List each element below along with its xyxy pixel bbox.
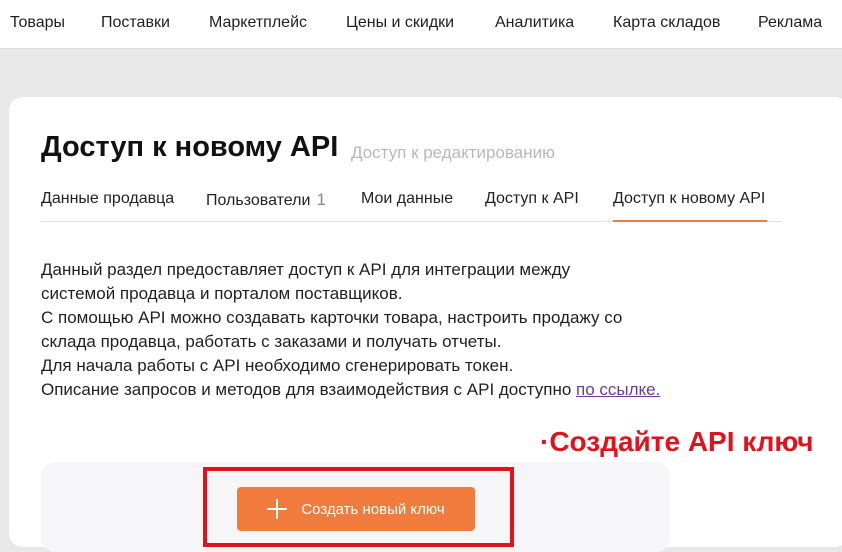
tab-label: Доступ к API [485,190,579,207]
page-title: Доступ к новому API [41,131,339,163]
annotation-highlight-box [203,467,514,547]
nav-item-warehouse-map[interactable]: Карта складов [613,14,720,32]
description-text: Данный раздел предоставляет доступ к API… [41,258,681,402]
docs-link[interactable]: по ссылке. [576,380,660,399]
nav-item-marketplace[interactable]: Маркетплейс [209,14,307,32]
description-line: склада продавца, работать с заказами и п… [41,332,502,351]
nav-item-ads[interactable]: Реклама [758,14,822,32]
nav-item-supplies[interactable]: Поставки [101,14,170,32]
annotation-label: ·Создайте API ключ [540,426,814,457]
tab-count-badge: 1 [316,190,326,209]
nav-item-analytics[interactable]: Аналитика [495,14,574,32]
tab-seller-data[interactable]: Данные продавца [41,190,174,208]
tab-label: Данные продавца [41,190,175,207]
description-line: системой продавца и порталом поставщиков… [41,284,403,303]
tab-users[interactable]: Пользователи 1 [206,190,326,210]
description-line: Для начала работы с API необходимо сгене… [41,356,514,375]
description-line: Данный раздел предоставляет доступ к API… [41,260,571,279]
active-tab-indicator [613,220,767,222]
page-subtitle: Доступ к редактированию [351,143,555,162]
tab-label: Мои данные [361,190,454,207]
tab-my-data[interactable]: Мои данные [361,190,453,208]
tab-new-api-access[interactable]: Доступ к новому API [613,190,765,208]
description-line: Описание запросов и методов для взаимоде… [41,378,681,402]
top-navigation: Товары Поставки Маркетплейс Цены и скидк… [0,0,842,49]
tab-api-access[interactable]: Доступ к API [485,190,579,208]
description-last-line: Описание запросов и методов для взаимоде… [41,380,577,399]
nav-item-products[interactable]: Товары [10,14,65,32]
description-line: С помощью API можно создавать карточки т… [41,308,623,327]
nav-item-prices[interactable]: Цены и скидки [346,14,454,32]
tab-label: Доступ к новому API [613,190,766,207]
tab-label: Пользователи [206,192,311,209]
